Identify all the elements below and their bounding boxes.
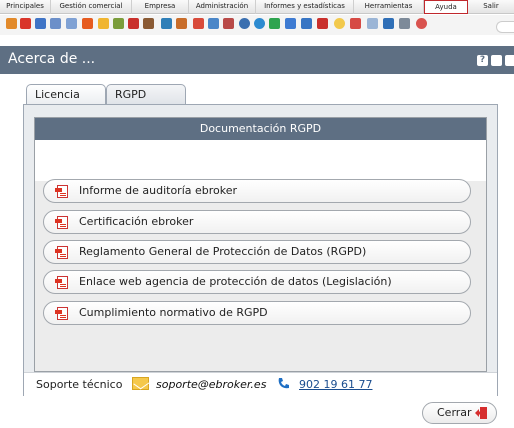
map-icon[interactable] bbox=[269, 18, 280, 29]
menu-empresa[interactable]: Empresa bbox=[132, 0, 189, 14]
minimize-icon[interactable] bbox=[491, 55, 502, 66]
calendar-icon[interactable] bbox=[193, 18, 204, 29]
support-label: Soporte técnico bbox=[36, 378, 123, 391]
tab-rgpd[interactable]: RGPD bbox=[106, 84, 186, 105]
people-icon[interactable] bbox=[176, 18, 187, 29]
menu-principales[interactable]: Principales bbox=[0, 0, 51, 14]
doc-icon[interactable] bbox=[367, 18, 378, 29]
rgpd-box-header: Documentación RGPD bbox=[35, 118, 486, 140]
tab-panel: Documentación RGPD Informe de auditoría … bbox=[23, 104, 498, 396]
shield-icon[interactable] bbox=[285, 18, 296, 29]
alarm-icon[interactable] bbox=[128, 18, 139, 29]
menu-herramientas[interactable]: Herramientas bbox=[354, 0, 424, 14]
support-phone-link[interactable]: 902 19 61 77 bbox=[299, 378, 372, 391]
doc-label: Cumplimiento normativo de RGPD bbox=[79, 306, 268, 319]
euro-icon[interactable] bbox=[239, 18, 250, 29]
close-window-icon[interactable] bbox=[505, 55, 514, 66]
doc-cumplimiento-button[interactable]: Cumplimiento normativo de RGPD bbox=[43, 301, 471, 325]
support-bar: Soporte técnico soporte@ebroker.es 902 1… bbox=[24, 372, 497, 396]
rgpd-box-spacer bbox=[35, 140, 486, 181]
envelope-icon bbox=[132, 377, 149, 390]
menu-administracion[interactable]: Administración bbox=[189, 0, 256, 14]
pdf-icon bbox=[55, 276, 68, 289]
doc-certificacion-button[interactable]: Certificación ebroker bbox=[43, 210, 471, 234]
pdf-icon bbox=[55, 185, 68, 198]
quick-toolbar bbox=[0, 15, 514, 35]
blue-doc-icon[interactable] bbox=[301, 18, 312, 29]
bulb-icon[interactable] bbox=[334, 18, 345, 29]
help-icon[interactable] bbox=[416, 18, 427, 29]
close-button-label: Cerrar bbox=[437, 406, 472, 419]
fire-icon[interactable] bbox=[82, 18, 93, 29]
pdf-icon bbox=[55, 246, 68, 259]
menu-salir[interactable]: Salir bbox=[468, 0, 514, 14]
menu-ayuda[interactable]: Ayuda bbox=[424, 0, 468, 14]
doc-label: Informe de auditoría ebroker bbox=[79, 184, 238, 197]
mail-icon[interactable] bbox=[208, 18, 219, 29]
tab-licencia[interactable]: Licencia bbox=[26, 84, 106, 104]
gears-icon[interactable] bbox=[399, 18, 410, 29]
pdf-icon bbox=[55, 307, 68, 320]
rgpd-box: Documentación RGPD Informe de auditoría … bbox=[34, 117, 487, 372]
pencil-icon[interactable] bbox=[113, 18, 124, 29]
card-icon[interactable] bbox=[66, 18, 77, 29]
support-email-link[interactable]: soporte@ebroker.es bbox=[156, 378, 266, 391]
close-button[interactable]: Cerrar bbox=[422, 402, 497, 424]
yellow-arrow-icon[interactable] bbox=[98, 18, 109, 29]
phone-icon bbox=[278, 378, 289, 389]
blue-card-icon[interactable] bbox=[35, 18, 46, 29]
red-star-icon[interactable] bbox=[20, 18, 31, 29]
menu-informes[interactable]: Informes y estadísticas bbox=[256, 0, 354, 14]
doc-label: Enlace web agencia de protección de dato… bbox=[79, 275, 392, 288]
window-header: Acerca de ... ? bbox=[0, 46, 514, 74]
globe-icon[interactable] bbox=[254, 18, 265, 29]
phone-icon[interactable] bbox=[383, 18, 394, 29]
doc-informe-auditoria-button[interactable]: Informe de auditoría ebroker bbox=[43, 179, 471, 203]
window-title: Acerca de ... bbox=[8, 51, 96, 67]
pdf-icon bbox=[55, 216, 68, 229]
exit-door-icon bbox=[475, 407, 487, 419]
search-icon[interactable] bbox=[496, 21, 514, 33]
menu-gestion-comercial[interactable]: Gestión comercial bbox=[51, 0, 132, 14]
doc-label: Certificación ebroker bbox=[79, 215, 194, 228]
help-button[interactable]: ? bbox=[477, 55, 488, 66]
doc-enlace-agencia-button[interactable]: Enlace web agencia de protección de dato… bbox=[43, 270, 471, 294]
refresh-icon[interactable] bbox=[161, 18, 172, 29]
card-icon[interactable] bbox=[50, 18, 61, 29]
chart-icon[interactable] bbox=[223, 18, 234, 29]
doc-label: Reglamento General de Protección de Dato… bbox=[79, 245, 367, 258]
doc-reglamento-button[interactable]: Reglamento General de Protección de Dato… bbox=[43, 240, 471, 264]
main-menu-bar: Principales Gestión comercial Empresa Ad… bbox=[0, 0, 514, 14]
orange-box-icon[interactable] bbox=[6, 18, 17, 29]
red-doc-icon[interactable] bbox=[350, 18, 361, 29]
briefcase-icon[interactable] bbox=[143, 18, 154, 29]
red-doc-icon[interactable] bbox=[317, 18, 328, 29]
